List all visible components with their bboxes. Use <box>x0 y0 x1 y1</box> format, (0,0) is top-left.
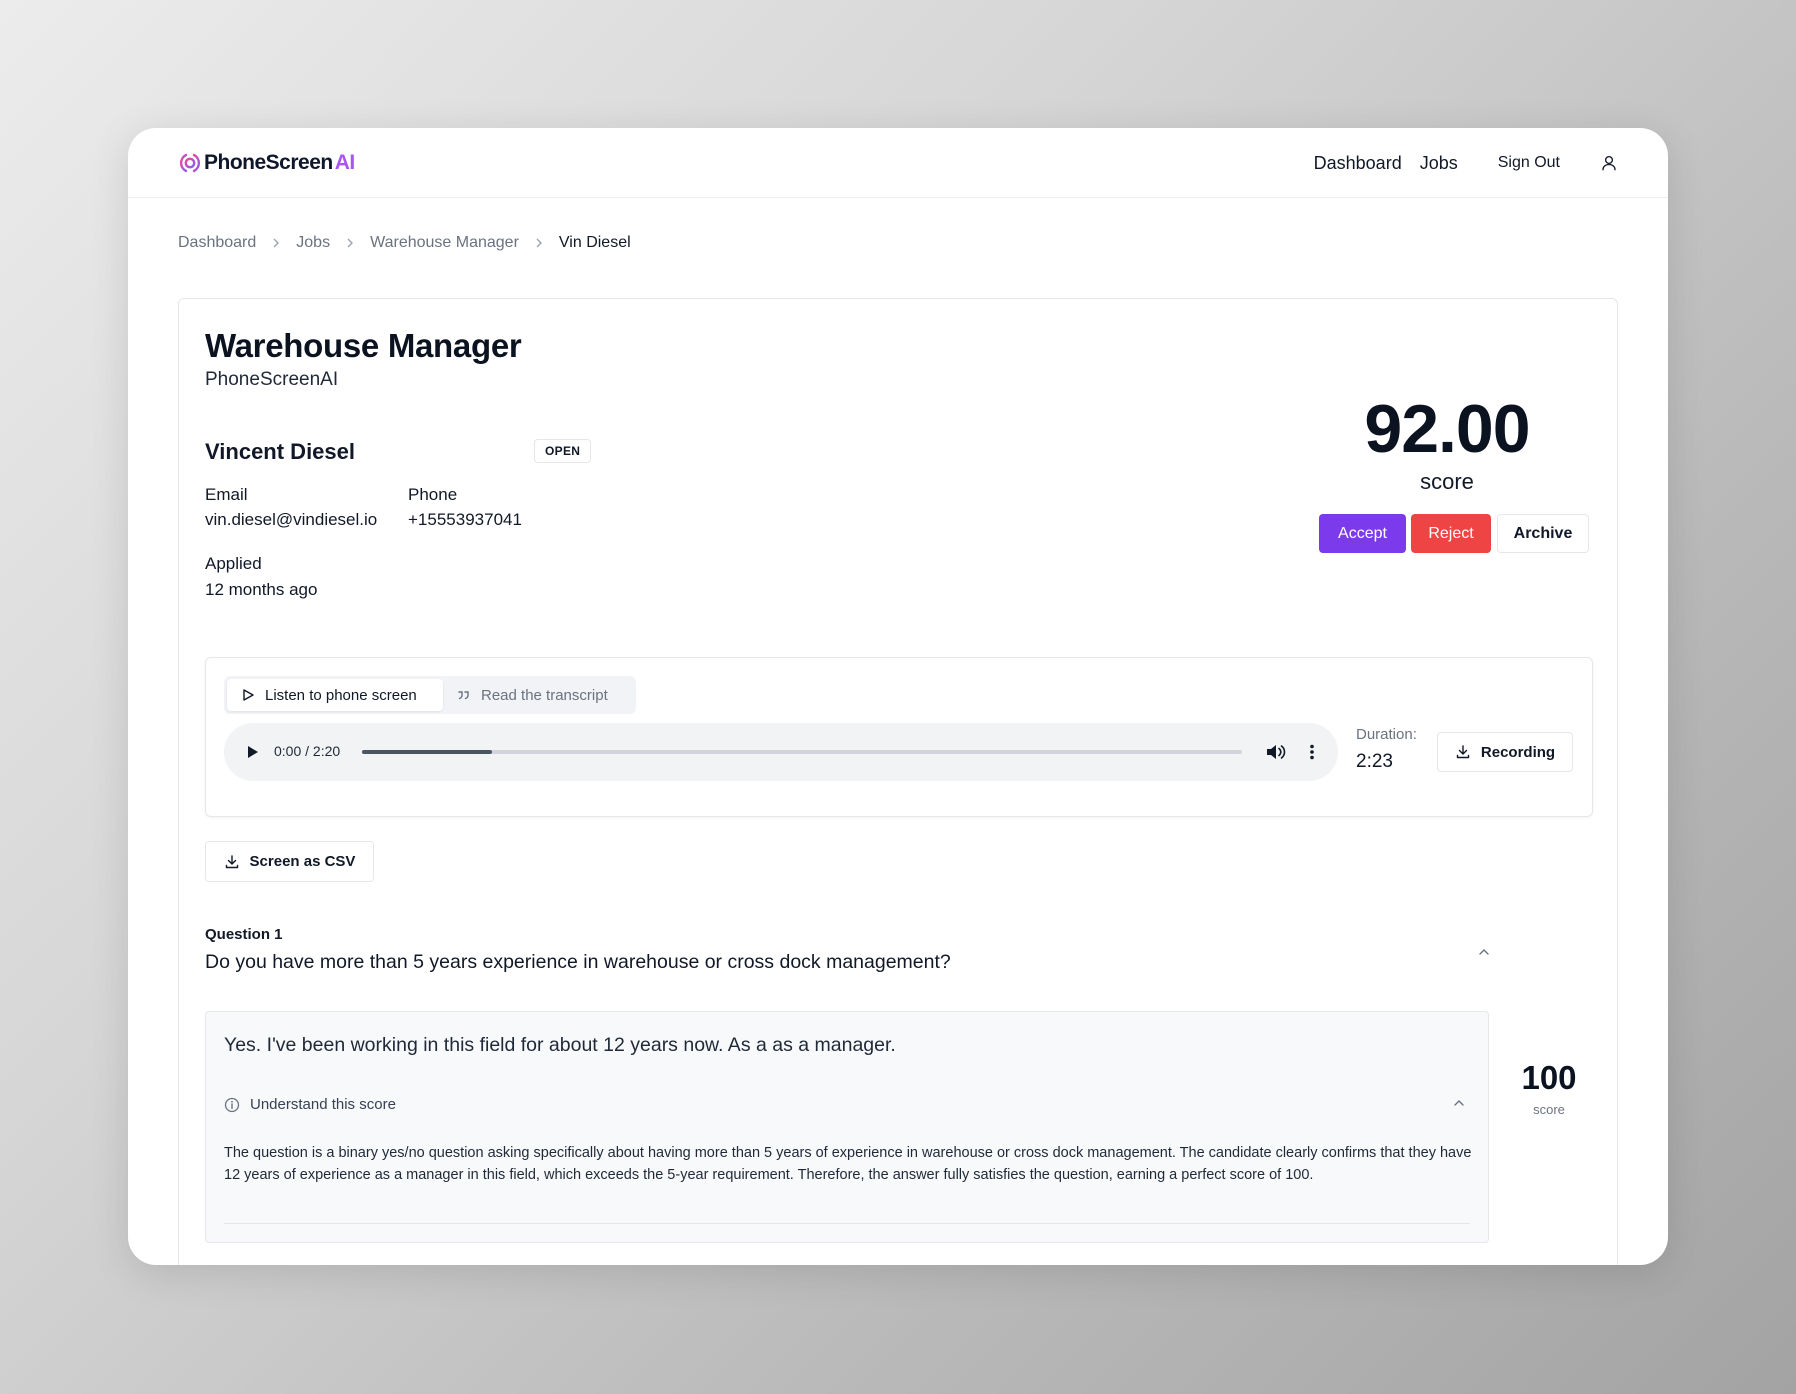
chevron-right-icon <box>533 237 545 249</box>
volume-icon[interactable] <box>1264 741 1286 763</box>
breadcrumb: Dashboard Jobs Warehouse Manager Vin Die… <box>178 234 631 252</box>
tab-transcript-label: Read the transcript <box>481 686 608 704</box>
audio-player: 0:00 / 2:20 <box>224 723 1338 781</box>
question-score-label: score <box>1533 1102 1565 1117</box>
phone-value: +15553937041 <box>408 510 522 529</box>
download-icon <box>224 854 240 870</box>
top-navbar: PhoneScreen AI Dashboard Jobs Sign Out <box>128 128 1668 198</box>
duration-value: 2:23 <box>1356 751 1393 772</box>
play-outline-icon <box>241 688 255 702</box>
sign-out-link[interactable]: Sign Out <box>1498 154 1560 172</box>
question-text: Do you have more than 5 years experience… <box>205 951 951 973</box>
download-csv-button[interactable]: Screen as CSV <box>205 841 374 882</box>
chevron-right-icon <box>270 237 282 249</box>
score-explanation: The question is a binary yes/no question… <box>224 1145 1472 1183</box>
breadcrumb-job[interactable]: Warehouse Manager <box>370 234 519 252</box>
progress-fill <box>362 750 493 754</box>
logo[interactable]: PhoneScreen AI <box>178 151 355 175</box>
recording-label: Recording <box>1480 743 1556 761</box>
chevron-up-icon[interactable] <box>1477 945 1491 959</box>
chevron-up-icon[interactable] <box>1452 1096 1466 1110</box>
user-icon[interactable] <box>1600 154 1618 172</box>
breadcrumb-dashboard[interactable]: Dashboard <box>178 234 256 252</box>
overall-score: 92.00 <box>1364 391 1530 467</box>
email-label: Email <box>205 485 248 504</box>
reject-button[interactable]: Reject <box>1411 514 1491 553</box>
job-title: Warehouse Manager <box>205 327 522 364</box>
duration-label: Duration: <box>1356 726 1417 743</box>
chevron-right-icon <box>344 237 356 249</box>
download-icon <box>1455 744 1471 760</box>
overall-score-label: score <box>1420 469 1474 494</box>
candidate-card: Warehouse Manager PhoneScreenAI Vincent … <box>178 298 1618 1265</box>
answer-text: Yes. I've been working in this field for… <box>224 1034 896 1056</box>
question-label: Question 1 <box>205 926 283 943</box>
divider <box>224 1223 1470 1224</box>
info-icon <box>224 1097 240 1113</box>
company-name: PhoneScreenAI <box>205 369 339 390</box>
nav-jobs-link[interactable]: Jobs <box>1420 153 1458 174</box>
tab-transcript[interactable]: Read the transcript <box>443 679 622 711</box>
answer-box: Yes. I've been working in this field for… <box>205 1011 1489 1243</box>
tab-listen[interactable]: Listen to phone screen <box>227 679 443 711</box>
status-badge: OPEN <box>534 439 592 463</box>
logo-mark-icon <box>178 151 202 175</box>
tab-listen-label: Listen to phone screen <box>265 686 417 704</box>
email-value: vin.diesel@vindiesel.io <box>205 510 378 529</box>
applied-label: Applied <box>205 554 262 573</box>
download-recording-button[interactable]: Recording <box>1437 732 1573 772</box>
app-window: PhoneScreen AI Dashboard Jobs Sign Out Da… <box>128 128 1668 1265</box>
candidate-name: Vincent Diesel <box>205 439 355 464</box>
applied-value: 12 months ago <box>205 580 318 599</box>
breadcrumb-jobs[interactable]: Jobs <box>296 234 330 252</box>
phone-screen-panel: Listen to phone screen Read the transcri… <box>205 657 1593 817</box>
progress-bar[interactable] <box>362 750 1242 754</box>
understand-score-label: Understand this score <box>250 1096 396 1113</box>
view-tabs: Listen to phone screen Read the transcri… <box>224 676 636 714</box>
playback-time: 0:00 / 2:20 <box>274 743 341 759</box>
logo-ai-text: AI <box>334 150 356 174</box>
csv-label: Screen as CSV <box>249 853 356 870</box>
archive-button[interactable]: Archive <box>1497 514 1589 553</box>
play-icon[interactable] <box>242 742 262 762</box>
nav-dashboard-link[interactable]: Dashboard <box>1314 153 1402 174</box>
phone-label: Phone <box>408 485 458 504</box>
quote-icon <box>457 688 471 702</box>
logo-text: PhoneScreen <box>204 150 333 174</box>
breadcrumb-current: Vin Diesel <box>558 234 631 251</box>
main-nav: Dashboard Jobs Sign Out <box>1314 128 1618 198</box>
accept-button[interactable]: Accept <box>1319 514 1406 553</box>
more-vertical-icon[interactable] <box>1302 742 1322 762</box>
question-score: 100 <box>1521 1059 1577 1096</box>
understand-score-toggle[interactable]: Understand this score <box>224 1096 396 1113</box>
